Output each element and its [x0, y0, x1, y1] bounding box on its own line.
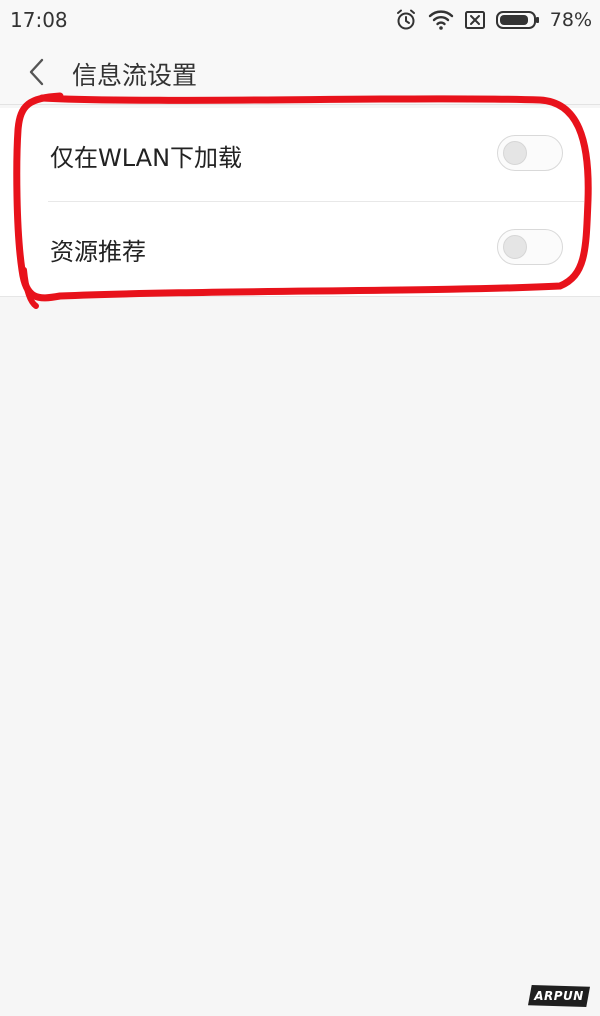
- battery-percent: 78%: [549, 9, 592, 31]
- wifi-icon: [428, 9, 454, 31]
- setting-row-wlan-only: 仅在WLAN下加载: [0, 108, 600, 202]
- status-time: 17:08: [10, 8, 68, 32]
- status-icons: 78%: [394, 6, 592, 34]
- toggle-knob: [503, 235, 527, 259]
- setting-label-resource-recommend: 资源推荐: [50, 238, 146, 266]
- resource-recommend-toggle[interactable]: [497, 229, 563, 265]
- status-bar: 17:08 78%: [0, 0, 600, 40]
- settings-list: 仅在WLAN下加载 资源推荐: [0, 108, 600, 297]
- setting-label-wlan-only: 仅在WLAN下加载: [50, 144, 243, 172]
- sim-blocked-icon: [464, 9, 486, 31]
- page-title: 信息流设置: [72, 61, 198, 90]
- chevron-left-icon: [29, 58, 44, 86]
- title-bar: 信息流设置: [0, 40, 600, 105]
- toggle-knob: [503, 141, 527, 165]
- wlan-only-toggle[interactable]: [497, 135, 563, 171]
- setting-row-resource-recommend: 资源推荐: [0, 202, 600, 296]
- alarm-icon: [394, 8, 418, 32]
- battery-icon: [495, 10, 540, 30]
- watermark-logo: ARPUN: [528, 985, 590, 1007]
- back-button[interactable]: [18, 54, 54, 90]
